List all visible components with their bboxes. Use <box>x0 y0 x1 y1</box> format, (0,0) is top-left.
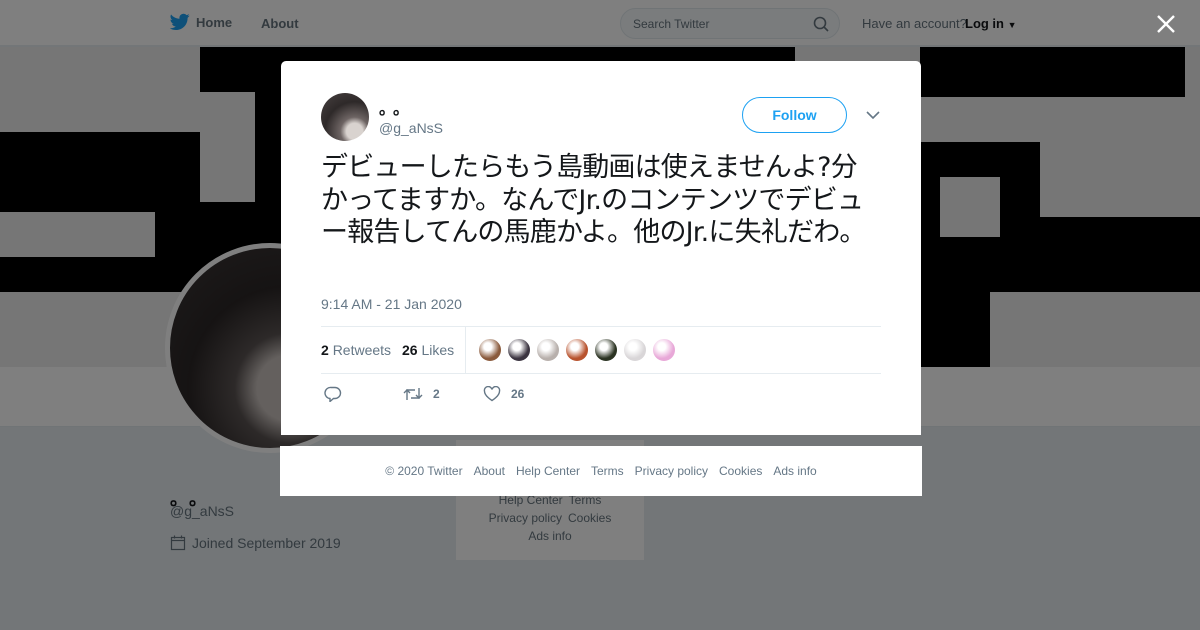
likes-label: Likes <box>421 342 455 358</box>
retweet-count: 2 <box>433 387 440 401</box>
reply-button[interactable] <box>324 386 342 402</box>
retweet-button[interactable]: 2 <box>403 386 440 402</box>
retweet-icon <box>403 388 423 400</box>
follow-button[interactable]: Follow <box>742 97 847 133</box>
tweet-timestamp[interactable]: 9:14 AM - 21 Jan 2020 <box>321 296 462 312</box>
liker-avatars <box>478 338 676 362</box>
tweet-stats: 2 Retweets 26 Likes <box>321 326 881 374</box>
stats-divider <box>465 327 466 374</box>
footer-link-ads[interactable]: Ads info <box>773 464 816 478</box>
retweets-count: 2 <box>321 342 329 358</box>
footer-copyright: © 2020 Twitter <box>385 464 463 478</box>
footer-link-cookies[interactable]: Cookies <box>719 464 762 478</box>
likes-count: 26 <box>402 342 418 358</box>
tweet-modal: 。。 @g_aNsS Follow デビューしたらもう島動画は使えませんよ?分か… <box>281 61 921 435</box>
tweet-author-name[interactable]: 。。 <box>379 95 415 119</box>
liker-avatar[interactable] <box>478 338 502 362</box>
footer-link-privacy[interactable]: Privacy policy <box>635 464 708 478</box>
tweet-actions: 2 26 <box>321 386 621 406</box>
liker-avatar[interactable] <box>507 338 531 362</box>
tweet-text: デビューしたらもう島動画は使えませんよ?分かってますか。なんでJr.のコンテンツ… <box>321 152 866 248</box>
reply-icon <box>324 386 342 402</box>
chevron-down-icon[interactable] <box>863 107 883 123</box>
like-button[interactable]: 26 <box>483 386 524 402</box>
footer-link-terms[interactable]: Terms <box>591 464 624 478</box>
tweet-author-avatar[interactable] <box>321 93 369 141</box>
liker-avatar[interactable] <box>652 338 676 362</box>
liker-avatar[interactable] <box>565 338 589 362</box>
liker-avatar[interactable] <box>623 338 647 362</box>
modal-footer: © 2020 Twitter About Help Center Terms P… <box>280 446 922 496</box>
retweets-stat[interactable]: 2 Retweets <box>321 342 391 358</box>
liker-avatar[interactable] <box>536 338 560 362</box>
retweets-label: Retweets <box>332 342 392 358</box>
likes-stat[interactable]: 26 Likes <box>402 342 454 358</box>
close-icon[interactable] <box>1154 12 1178 36</box>
footer-link-about[interactable]: About <box>474 464 505 478</box>
heart-icon <box>483 386 501 402</box>
like-count: 26 <box>511 387 525 401</box>
liker-avatar[interactable] <box>594 338 618 362</box>
tweet-author-handle[interactable]: @g_aNsS <box>379 120 443 136</box>
footer-link-help[interactable]: Help Center <box>516 464 580 478</box>
